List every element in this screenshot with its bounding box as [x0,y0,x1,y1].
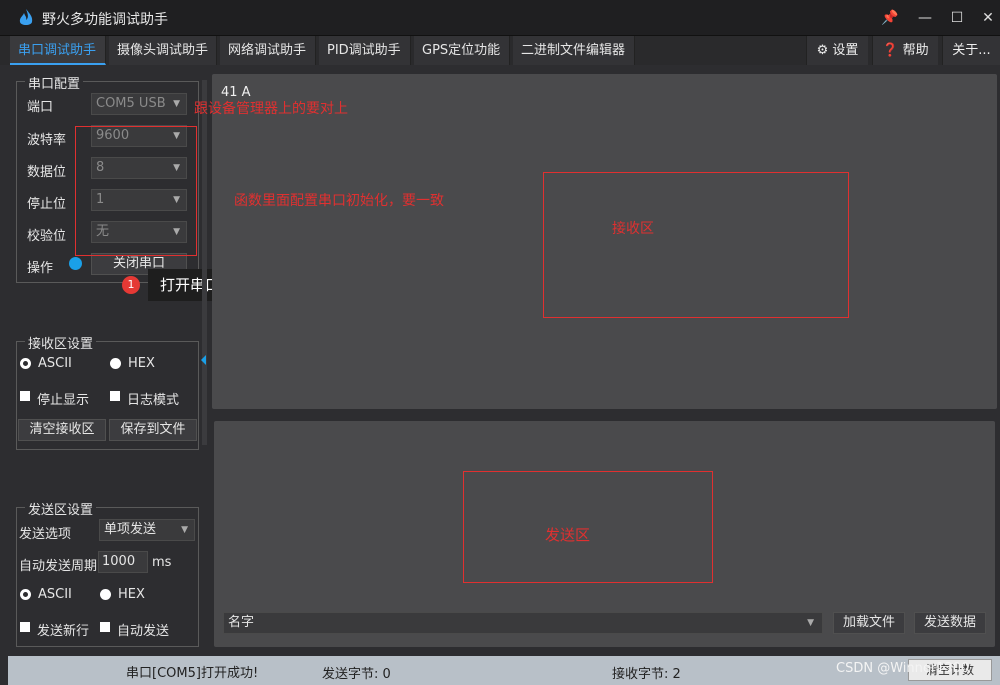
settings-label: 设置 [832,43,859,58]
send-option-value: 单项发送 [104,522,157,537]
stop-display-checkbox[interactable] [20,391,30,401]
recv-hex-radio[interactable] [110,358,121,369]
sent-bytes: 发送字节: 0 [322,667,391,682]
receive-zone-label: 接收区 [612,221,654,237]
left-panel-scrollbar[interactable] [202,80,207,445]
log-mode-label: 日志模式 [127,393,180,408]
fire-logo-icon [19,9,33,25]
tab-camera[interactable]: 摄像头调试助手 [109,36,217,65]
close-button[interactable]: ✕ [976,6,1000,30]
save-to-file-button[interactable]: 保存到文件 [109,419,197,441]
port-value: COM5 USB [96,96,166,111]
pin-icon[interactable]: 📌 [878,6,902,30]
about-button[interactable]: 关于... [942,36,1000,65]
tab-network[interactable]: 网络调试助手 [220,36,316,65]
receive-zone-box [543,172,849,318]
parity-label: 校验位 [27,229,67,244]
auto-period-label: 自动发送周期 [19,559,98,574]
send-hex-radio[interactable] [100,589,111,600]
help-label: 帮助 [902,43,929,58]
data-bits-label: 数据位 [27,165,67,180]
send-newline-checkbox[interactable] [20,622,30,632]
tab-pid[interactable]: PID调试助手 [319,36,411,65]
log-mode-checkbox[interactable] [110,391,120,401]
send-option-select[interactable]: 单项发送 ▼ [99,519,195,541]
stop-bits-label: 停止位 [27,197,67,212]
recv-ascii-label: ASCII [38,356,72,371]
receive-settings-title: 接收区设置 [25,333,97,352]
send-newline-label: 发送新行 [37,624,90,639]
auto-send-label: 自动发送 [117,624,170,639]
tab-binary-editor[interactable]: 二进制文件编辑器 [513,36,635,65]
minimize-button[interactable]: — [913,6,937,30]
settings-button[interactable]: ⚙ 设置 [806,36,868,65]
collapse-arrow-icon[interactable] [201,355,206,365]
chevron-down-icon: ▼ [807,618,814,628]
recv-hex-label: HEX [128,356,155,371]
received-bytes: 接收字节: 2 [612,667,681,682]
port-select[interactable]: COM5 USB ▼ [91,93,187,115]
recv-ascii-radio[interactable] [20,358,31,369]
status-indicator [69,257,82,270]
name-select[interactable]: 名字 ▼ [223,612,823,634]
send-settings-title: 发送区设置 [25,499,97,518]
chevron-down-icon: ▼ [181,525,188,535]
port-label: 端口 [27,100,54,115]
gear-icon: ⚙ [816,43,829,58]
config-note: 函数里面配置串口初始化，要一致 [234,193,444,209]
clear-receive-button[interactable]: 清空接收区 [18,419,106,441]
step-badge: 1 [122,276,140,294]
send-option-label: 发送选项 [19,527,72,542]
help-button[interactable]: ❓ 帮助 [872,36,938,65]
name-value: 名字 [228,615,255,630]
load-file-button[interactable]: 加载文件 [833,612,905,634]
status-message: 串口[COM5]打开成功! [126,666,259,681]
stop-display-label: 停止显示 [37,393,90,408]
tab-gps[interactable]: GPS定位功能 [414,36,510,65]
send-hex-label: HEX [118,587,145,602]
baud-label: 波特率 [27,133,67,148]
send-ascii-radio[interactable] [20,589,31,600]
device-manager-note: 跟设备管理器上的要对上 [194,101,348,117]
period-unit: ms [152,555,172,570]
operation-label: 操作 [27,261,54,276]
window-title: 野火多功能调试助手 [42,12,168,28]
send-ascii-label: ASCII [38,587,72,602]
maximize-button[interactable]: ☐ [945,6,969,30]
chevron-down-icon: ▼ [173,99,180,109]
watermark: CSDN @Winner1300 [836,661,970,676]
auto-send-checkbox[interactable] [100,622,110,632]
tab-serial[interactable]: 串口调试助手 [10,36,106,65]
serial-config-title: 串口配置 [25,73,84,92]
send-data-button[interactable]: 发送数据 [914,612,986,634]
auto-period-input[interactable]: 1000 [98,551,148,573]
send-zone-label: 发送区 [545,526,591,544]
config-highlight-box [75,126,197,256]
help-icon: ❓ [882,43,899,58]
